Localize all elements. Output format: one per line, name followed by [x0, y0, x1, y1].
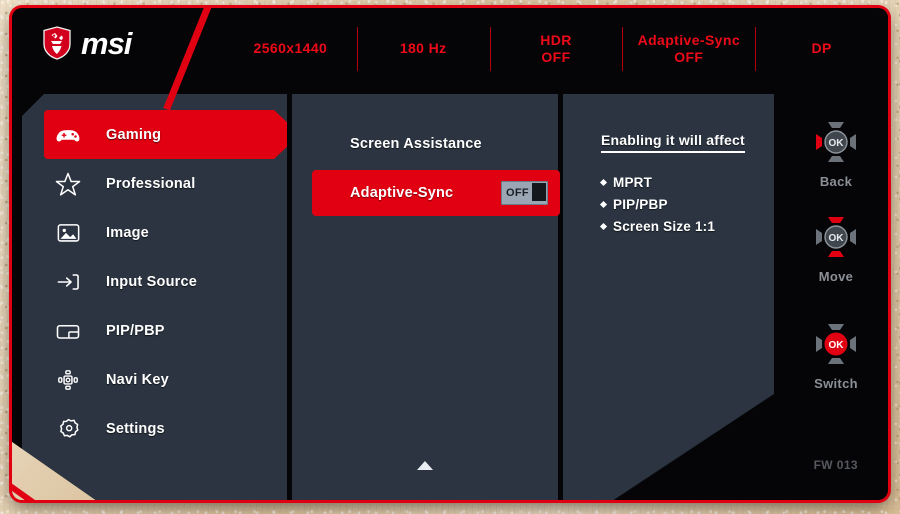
msi-wordmark: msi — [81, 25, 132, 61]
sidebar-item-image[interactable]: Image — [22, 208, 287, 257]
status-bar: 2560x1440 180 Hz HDR OFF Adaptive-Sync O… — [224, 8, 888, 90]
list-item: PIP/PBP — [599, 194, 715, 216]
sidebar-item-label: Navi Key — [106, 371, 169, 388]
sidebar-item-gaming[interactable]: Gaming — [44, 110, 300, 159]
option-row-adaptive-sync[interactable]: Adaptive-Sync OFF — [312, 170, 560, 216]
list-item-label: MPRT — [613, 175, 653, 190]
dpad-move-icon: OK — [808, 209, 864, 265]
list-item-label: PIP/PBP — [613, 196, 668, 212]
status-refresh-rate-value: 180 Hz — [399, 40, 447, 57]
info-list: MPRT PIP/PBP Screen Size 1:1 — [599, 172, 716, 238]
navi-key-icon — [52, 364, 84, 396]
sidebar-item-label: Professional — [106, 175, 196, 192]
sidebar-item-pip-pbp[interactable]: PIP/PBP — [22, 306, 287, 355]
navkey-move[interactable]: OK Move — [784, 209, 888, 284]
svg-text:OK: OK — [829, 138, 845, 149]
msi-dragon-shield-icon — [43, 26, 71, 60]
dpad-back-icon: OK — [808, 114, 864, 170]
status-input-source-value: DP — [811, 40, 832, 57]
sidebar-item-professional[interactable]: Professional — [22, 159, 287, 208]
status-refresh-rate: 180 Hz — [357, 40, 490, 58]
navigation-hints: OK Back OK Move OK Switch — [784, 94, 888, 500]
diamond-bullet-icon — [599, 179, 608, 187]
osd-window: msi 2560x1440 180 Hz HDR OFF Adaptive-Sy… — [12, 8, 888, 500]
status-resolution-value: 2560x1440 — [253, 40, 328, 57]
status-hdr: HDR OFF — [490, 32, 623, 67]
sidebar-item-label: PIP/PBP — [106, 322, 165, 339]
sidebar-panel: Gaming Professional Image Input Source P… — [22, 94, 287, 500]
input-arrow-icon — [52, 266, 84, 298]
option-label: Adaptive-Sync — [350, 185, 454, 201]
sidebar-item-navi-key[interactable]: Navi Key — [22, 355, 287, 404]
status-adaptive-sync-value: OFF — [674, 49, 704, 65]
toggle-state-label: OFF — [506, 187, 529, 199]
sidebar-menu[interactable]: Gaming Professional Image Input Source P… — [22, 110, 287, 453]
toggle-knob — [532, 183, 546, 201]
navkey-switch[interactable]: OK Switch — [784, 316, 888, 391]
list-item: Screen Size 1:1 — [599, 216, 716, 238]
navkey-label: Back — [819, 174, 853, 189]
sidebar-item-label: Gaming — [106, 126, 162, 143]
gear-icon — [52, 413, 84, 445]
svg-text:OK: OK — [829, 340, 845, 351]
navkey-back[interactable]: OK Back — [784, 114, 888, 189]
picture-icon — [52, 217, 84, 249]
pip-pbp-icon — [52, 315, 84, 347]
status-adaptive-sync-label: Adaptive-Sync — [637, 31, 741, 48]
navkey-label: Move — [818, 269, 854, 284]
msi-logo: msi — [42, 25, 132, 61]
navkey-label: Switch — [814, 376, 858, 391]
osd-header: msi 2560x1440 180 Hz HDR OFF Adaptive-Sy… — [12, 8, 888, 111]
status-adaptive-sync: Adaptive-Sync OFF — [622, 32, 755, 67]
list-item-label: Screen Size 1:1 — [613, 218, 716, 234]
status-hdr-label: HDR — [540, 31, 572, 48]
info-heading: Enabling it will affect — [601, 132, 745, 153]
diamond-bullet-icon — [599, 223, 608, 231]
dpad-switch-icon: OK — [808, 316, 864, 372]
diamond-bullet-icon — [599, 201, 608, 209]
options-panel: Screen Assistance Adaptive-Sync OFF — [292, 94, 560, 500]
svg-text:OK: OK — [829, 233, 845, 244]
sidebar-item-label: Settings — [106, 420, 165, 437]
sidebar-item-settings[interactable]: Settings — [22, 404, 287, 453]
panel-title: Screen Assistance — [350, 136, 482, 152]
sidebar-item-label: Input Source — [106, 273, 198, 290]
gamepad-icon — [52, 119, 84, 151]
status-resolution: 2560x1440 — [224, 40, 357, 58]
status-hdr-value: OFF — [541, 49, 571, 65]
status-input-source: DP — [755, 40, 888, 58]
adaptive-sync-toggle[interactable]: OFF — [501, 181, 548, 205]
list-item: MPRT — [599, 172, 715, 194]
firmware-version: FW 013 — [813, 458, 858, 472]
sidebar-item-label: Image — [106, 224, 149, 241]
star-icon — [52, 168, 84, 200]
sidebar-item-input-source[interactable]: Input Source — [22, 257, 287, 306]
scroll-up-indicator-icon[interactable] — [417, 461, 433, 470]
